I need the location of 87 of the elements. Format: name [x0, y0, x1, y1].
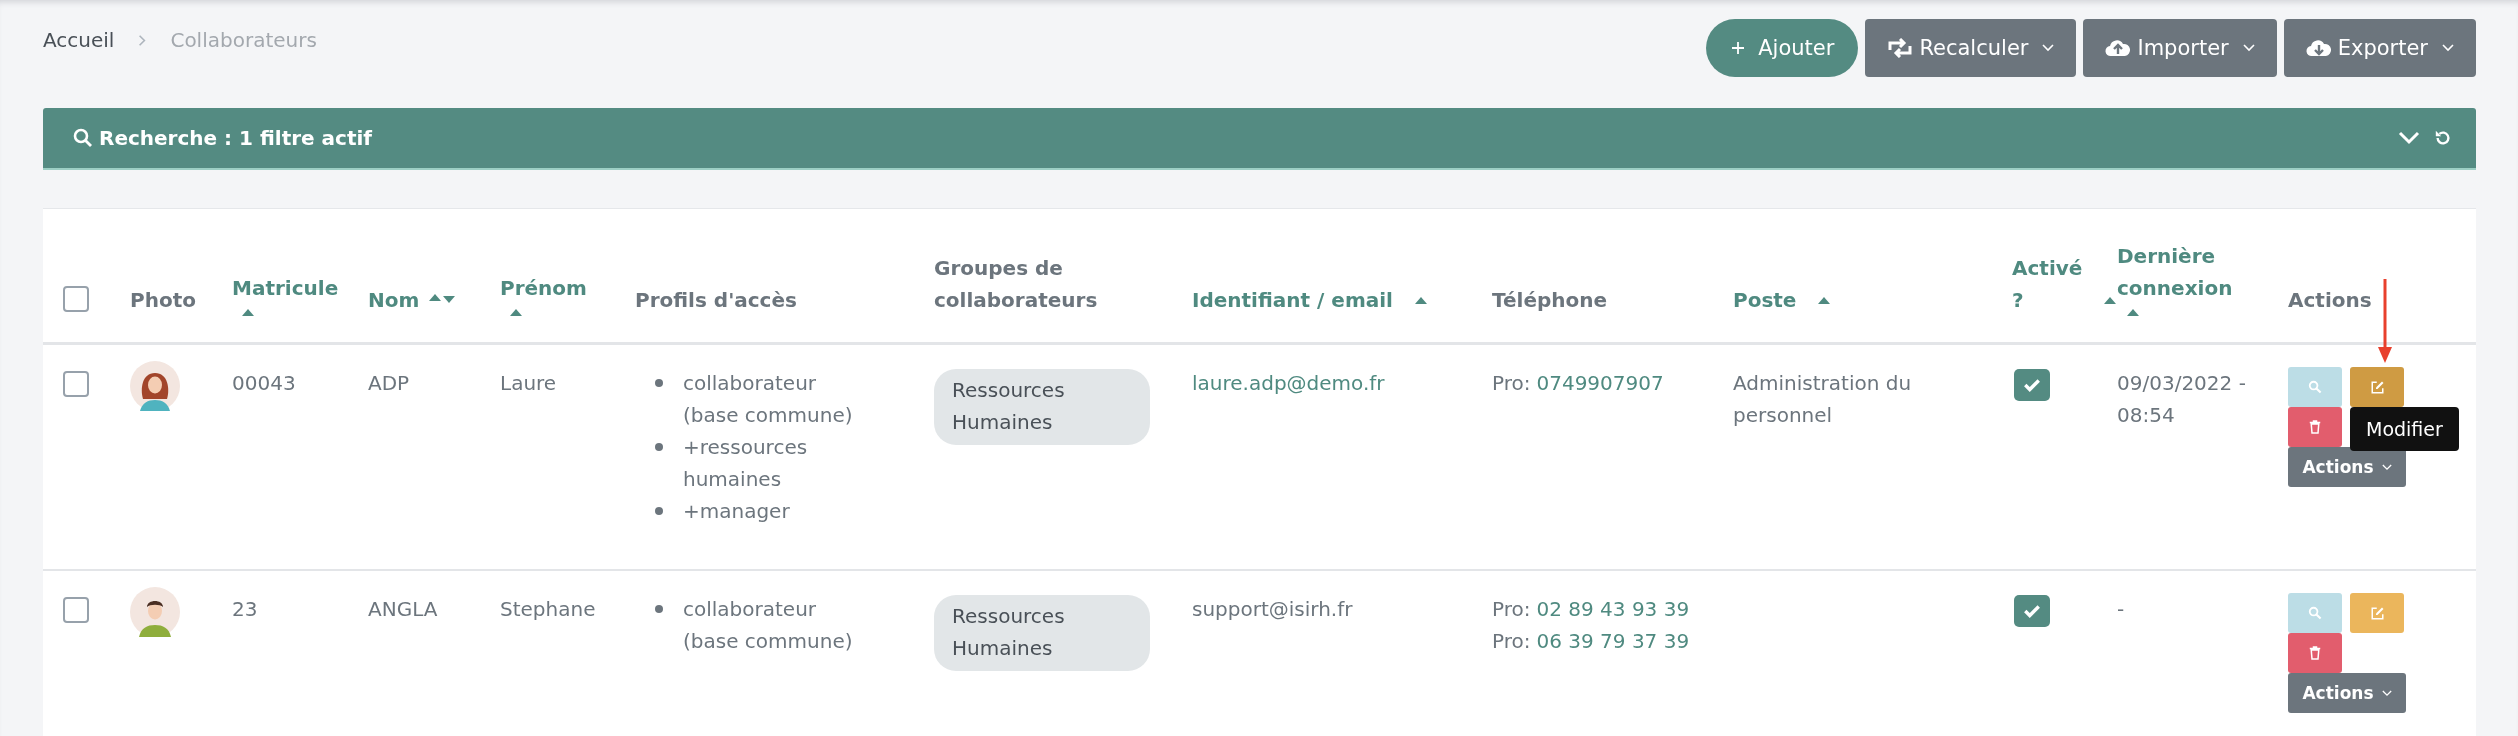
phone-label: Pro: — [1492, 596, 1531, 623]
profile-item: collaborateur (base commune) — [683, 596, 854, 655]
active-checkbox[interactable] — [2014, 595, 2050, 627]
sort-header-link[interactable]: Nom — [368, 284, 420, 316]
phone-link[interactable]: 02 89 43 93 39 — [1536, 593, 1690, 625]
bullet-icon — [655, 605, 663, 613]
email-link[interactable]: laure.adp@demo.fr — [1192, 371, 1385, 395]
table-cell-text: Administration du personnel — [1733, 370, 1913, 429]
plus-icon — [1730, 40, 1747, 56]
actions-dropdown-button[interactable]: Actions — [2288, 447, 2406, 487]
reset-icon[interactable] — [2434, 129, 2452, 147]
search-icon — [2308, 380, 2322, 394]
dropdown-button[interactable]: Exporter — [2283, 19, 2476, 77]
sort-up-icon[interactable] — [510, 308, 522, 316]
bullet-icon — [655, 379, 663, 387]
check-icon — [2023, 604, 2041, 618]
sort-header-link[interactable]: Prénom — [500, 272, 610, 304]
sort-down-icon[interactable] — [443, 296, 456, 304]
bullet-icon — [655, 507, 663, 515]
phone-label: Pro: — [1492, 370, 1531, 397]
caret-icon — [2381, 689, 2392, 697]
table-cell: Laure — [500, 371, 557, 395]
column-header: Photo — [130, 287, 196, 314]
search-icon — [73, 128, 93, 148]
sort-header-link[interactable]: Dernière connexion — [2117, 240, 2247, 304]
dropdown-button[interactable]: Importer — [2083, 19, 2277, 77]
sort-up-icon[interactable] — [1414, 296, 1427, 304]
cloud-download-icon — [2305, 38, 2332, 58]
bullet-icon — [655, 443, 663, 451]
column-header: Groupes de collaborateurs — [934, 255, 1099, 314]
search-icon — [2308, 606, 2322, 620]
sort-up-icon[interactable] — [242, 308, 254, 316]
breadcrumb-link[interactable]: Collaborateurs — [170, 28, 317, 52]
delete-button[interactable] — [2288, 407, 2342, 447]
active-checkbox[interactable] — [2014, 369, 2050, 401]
column-header: Profils d'accès — [635, 287, 797, 314]
table-cell-text: - — [2117, 596, 2126, 623]
sort-up-icon[interactable] — [2127, 308, 2139, 316]
table-cell: 23 — [232, 597, 258, 621]
checkbox[interactable] — [63, 371, 89, 397]
table-cell-text: 09/03/2022 - 08:54 — [2117, 370, 2247, 429]
table-cell: Stephane — [500, 597, 596, 621]
sort-header-link[interactable]: Matricule — [232, 272, 342, 304]
chevron-right-icon — [138, 33, 147, 47]
sort-header-link[interactable]: Activé ? — [2012, 252, 2082, 316]
group-tag: Ressources Humaines — [934, 595, 1150, 671]
add-button[interactable]: Ajouter — [1706, 19, 1859, 77]
profile-item: +ressources humaines — [683, 434, 809, 493]
edit-button[interactable] — [2350, 367, 2404, 407]
phone-link[interactable]: 06 39 79 37 39 — [1536, 625, 1690, 657]
phone-label: Pro: — [1492, 628, 1531, 655]
search-panel-header[interactable]: Recherche : 1 filtre actif — [43, 108, 2476, 170]
table-cell: 00043 — [232, 371, 296, 395]
table-cell: ANGLA — [368, 597, 438, 621]
profile-item: +manager — [683, 498, 791, 525]
table-cell: support@isirh.fr — [1192, 597, 1353, 621]
group-tag: Ressources Humaines — [934, 369, 1150, 445]
profile-item: collaborateur (base commune) — [683, 370, 854, 429]
check-icon — [2023, 378, 2041, 392]
sort-up-icon[interactable] — [1818, 296, 1831, 304]
caret-icon — [2042, 44, 2055, 52]
caret-icon — [2442, 44, 2454, 52]
edit-icon — [2369, 379, 2385, 395]
sort-header-link[interactable]: Poste — [1733, 284, 1797, 316]
dropdown-button[interactable]: Recalculer — [1865, 19, 2077, 77]
sort-header-link[interactable]: Identifiant / email — [1192, 284, 1393, 316]
trash-icon — [2309, 420, 2321, 434]
arrows-icon — [1887, 38, 1914, 58]
delete-button[interactable] — [2288, 633, 2342, 673]
caret-icon — [2242, 44, 2255, 52]
actions-dropdown-button[interactable]: Actions — [2288, 673, 2406, 713]
edit-icon — [2369, 605, 2385, 621]
sort-up-icon[interactable] — [429, 293, 442, 301]
caret-icon — [2381, 463, 2392, 471]
tooltip: Modifier — [2350, 407, 2459, 451]
checkbox[interactable] — [63, 597, 89, 623]
checkbox[interactable] — [63, 286, 89, 312]
search-title: Recherche : 1 filtre actif — [99, 126, 373, 150]
cloud-upload-icon — [2105, 38, 2132, 58]
table-cell: ADP — [368, 371, 410, 395]
column-header: Actions — [2288, 287, 2372, 314]
sort-up-icon[interactable] — [2104, 296, 2116, 304]
trash-icon — [2309, 646, 2321, 660]
column-header: Téléphone — [1492, 287, 1608, 314]
phone-link[interactable]: 0749907907 — [1536, 367, 1664, 399]
chevron-down-icon[interactable] — [2398, 131, 2420, 145]
breadcrumb-link[interactable]: Accueil — [43, 28, 115, 52]
